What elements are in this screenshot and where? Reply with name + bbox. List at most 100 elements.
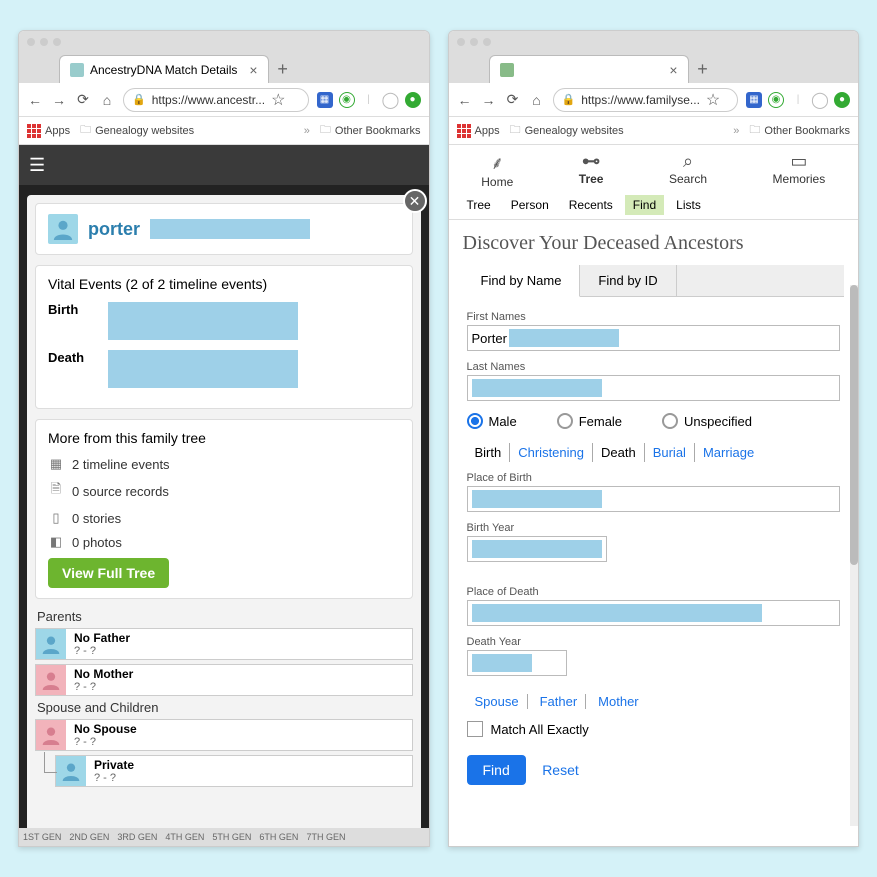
extension-icon[interactable]: | xyxy=(361,92,377,108)
place-of-birth-input[interactable] xyxy=(467,486,841,512)
subnav-tree[interactable]: Tree xyxy=(459,195,499,215)
bookmark-folder[interactable]: 🗀 Genealogy websites xyxy=(510,121,624,140)
back-icon[interactable]: ← xyxy=(457,92,473,108)
back-icon[interactable]: ← xyxy=(27,92,43,108)
profile-icon[interactable]: ◯ xyxy=(383,92,399,108)
bookmark-folder[interactable]: 🗀 Other Bookmarks xyxy=(749,121,850,140)
browser-tab[interactable]: × xyxy=(489,55,689,83)
event-death[interactable]: Death xyxy=(593,443,645,462)
event-christening[interactable]: Christening xyxy=(510,443,593,462)
nav-tree[interactable]: ⊷Tree xyxy=(579,151,604,189)
apps-shortcut[interactable]: Apps xyxy=(27,124,70,138)
redacted-last xyxy=(472,379,602,397)
forward-icon[interactable]: → xyxy=(481,92,497,108)
last-names-input[interactable] xyxy=(467,375,841,401)
tab-find-by-id[interactable]: Find by ID xyxy=(580,265,676,296)
folder-icon: 🗀 xyxy=(320,121,331,140)
bookmark-folder[interactable]: 🗀 Other Bookmarks xyxy=(320,121,421,140)
extension-icon[interactable]: ● xyxy=(834,92,850,108)
parent-row[interactable]: No Father? - ? xyxy=(35,628,413,660)
apps-shortcut[interactable]: Apps xyxy=(457,124,500,138)
browser-tab[interactable]: AncestryDNA Match Details × xyxy=(59,55,269,83)
link-spouse[interactable]: Spouse xyxy=(467,694,528,709)
extension-icon[interactable]: | xyxy=(790,92,806,108)
child-row[interactable]: Private? - ? xyxy=(55,755,413,787)
bookmark-star-icon[interactable]: ☆ xyxy=(271,90,285,110)
place-of-death-input[interactable] xyxy=(467,600,841,626)
birth-year-input[interactable] xyxy=(467,536,607,562)
match-all-row[interactable]: Match All Exactly xyxy=(467,721,841,737)
extension-icon[interactable]: ◉ xyxy=(339,92,355,108)
url-box[interactable]: 🔒 https://www.familyse... ☆ xyxy=(553,88,739,112)
spouse-children-header: Spouse and Children xyxy=(37,700,413,715)
view-full-tree-button[interactable]: View Full Tree xyxy=(48,558,169,588)
subnav-lists[interactable]: Lists xyxy=(668,195,709,215)
bookmark-star-icon[interactable]: ☆ xyxy=(706,90,720,110)
extension-icon[interactable]: ▦ xyxy=(317,92,333,108)
radio-unspecified[interactable]: Unspecified xyxy=(662,413,752,429)
nav-search[interactable]: ⌕Search xyxy=(669,151,707,189)
checkbox-icon[interactable] xyxy=(467,721,483,737)
nav-home[interactable]: ⸙Home xyxy=(481,151,513,189)
bookmark-label: Other Bookmarks xyxy=(335,125,421,137)
new-tab-button[interactable]: + xyxy=(269,55,297,83)
reload-icon[interactable]: ⟳ xyxy=(75,91,91,108)
home-icon[interactable]: ⌂ xyxy=(99,92,115,108)
death-year-input[interactable] xyxy=(467,650,567,676)
tab-close-icon[interactable]: × xyxy=(249,62,257,78)
forward-icon[interactable]: → xyxy=(51,92,67,108)
new-tab-button[interactable]: + xyxy=(689,55,717,83)
vital-events-card: Vital Events (2 of 2 timeline events) Bi… xyxy=(35,265,413,409)
relation-dates: ? - ? xyxy=(94,772,134,784)
find-button[interactable]: Find xyxy=(467,755,526,785)
more-stories[interactable]: ▯0 stories xyxy=(48,510,400,526)
profile-icon[interactable]: ◯ xyxy=(812,92,828,108)
radio-male[interactable]: Male xyxy=(467,413,517,429)
url-box[interactable]: 🔒 https://www.ancestr... ☆ xyxy=(123,88,309,112)
favicon-familysearch-icon xyxy=(500,63,514,77)
reset-button[interactable]: Reset xyxy=(542,762,579,778)
reload-icon[interactable]: ⟳ xyxy=(505,91,521,108)
link-mother[interactable]: Mother xyxy=(590,694,646,709)
bookmark-label: Other Bookmarks xyxy=(764,125,850,137)
nav-label: Home xyxy=(481,175,513,189)
bookmarks-overflow-icon[interactable]: » xyxy=(304,125,310,137)
more-photos[interactable]: ◧0 photos xyxy=(48,534,400,550)
link-father[interactable]: Father xyxy=(532,694,587,709)
event-burial[interactable]: Burial xyxy=(645,443,695,462)
tree-icon: ⸙ xyxy=(481,151,513,175)
spouse-row[interactable]: No Spouse? - ? xyxy=(35,719,413,751)
redacted-pob xyxy=(472,490,602,508)
more-sources[interactable]: 🗎0 source records xyxy=(48,480,400,502)
bookmarks-overflow-icon[interactable]: » xyxy=(733,125,739,137)
bookmark-folder[interactable]: 🗀 Genealogy websites xyxy=(80,121,194,140)
subnav-find[interactable]: Find xyxy=(625,195,664,215)
home-icon[interactable]: ⌂ xyxy=(529,92,545,108)
more-label: 0 photos xyxy=(72,535,122,550)
nav-memories[interactable]: ▭Memories xyxy=(773,151,826,189)
event-marriage[interactable]: Marriage xyxy=(695,443,762,462)
radio-label: Unspecified xyxy=(684,414,752,429)
tabbar: AncestryDNA Match Details × + xyxy=(19,53,429,83)
subnav-person[interactable]: Person xyxy=(503,195,557,215)
tab-find-by-name[interactable]: Find by Name xyxy=(463,265,581,297)
extension-icon[interactable]: ● xyxy=(405,92,421,108)
tab-close-icon[interactable]: × xyxy=(669,62,677,78)
titlebar xyxy=(449,31,859,53)
vital-header: Vital Events (2 of 2 timeline events) xyxy=(48,276,400,292)
scrollbar[interactable] xyxy=(850,285,858,826)
more-label: 2 timeline events xyxy=(72,457,170,472)
close-modal-button[interactable]: ✕ xyxy=(403,189,427,213)
parent-row[interactable]: No Mother? - ? xyxy=(35,664,413,696)
more-timeline[interactable]: ▦2 timeline events xyxy=(48,456,400,472)
scrollbar-thumb[interactable] xyxy=(850,285,858,565)
sub-nav: Tree Person Recents Find Lists xyxy=(449,191,859,220)
radio-female[interactable]: Female xyxy=(557,413,622,429)
subnav-recents[interactable]: Recents xyxy=(561,195,621,215)
event-birth[interactable]: Birth xyxy=(467,443,511,462)
person-modal: porter Vital Events (2 of 2 timeline eve… xyxy=(27,195,421,838)
extension-icon[interactable]: ◉ xyxy=(768,92,784,108)
first-names-input[interactable]: Porter xyxy=(467,325,841,351)
extension-icon[interactable]: ▦ xyxy=(746,92,762,108)
menu-icon[interactable]: ☰ xyxy=(29,155,45,176)
